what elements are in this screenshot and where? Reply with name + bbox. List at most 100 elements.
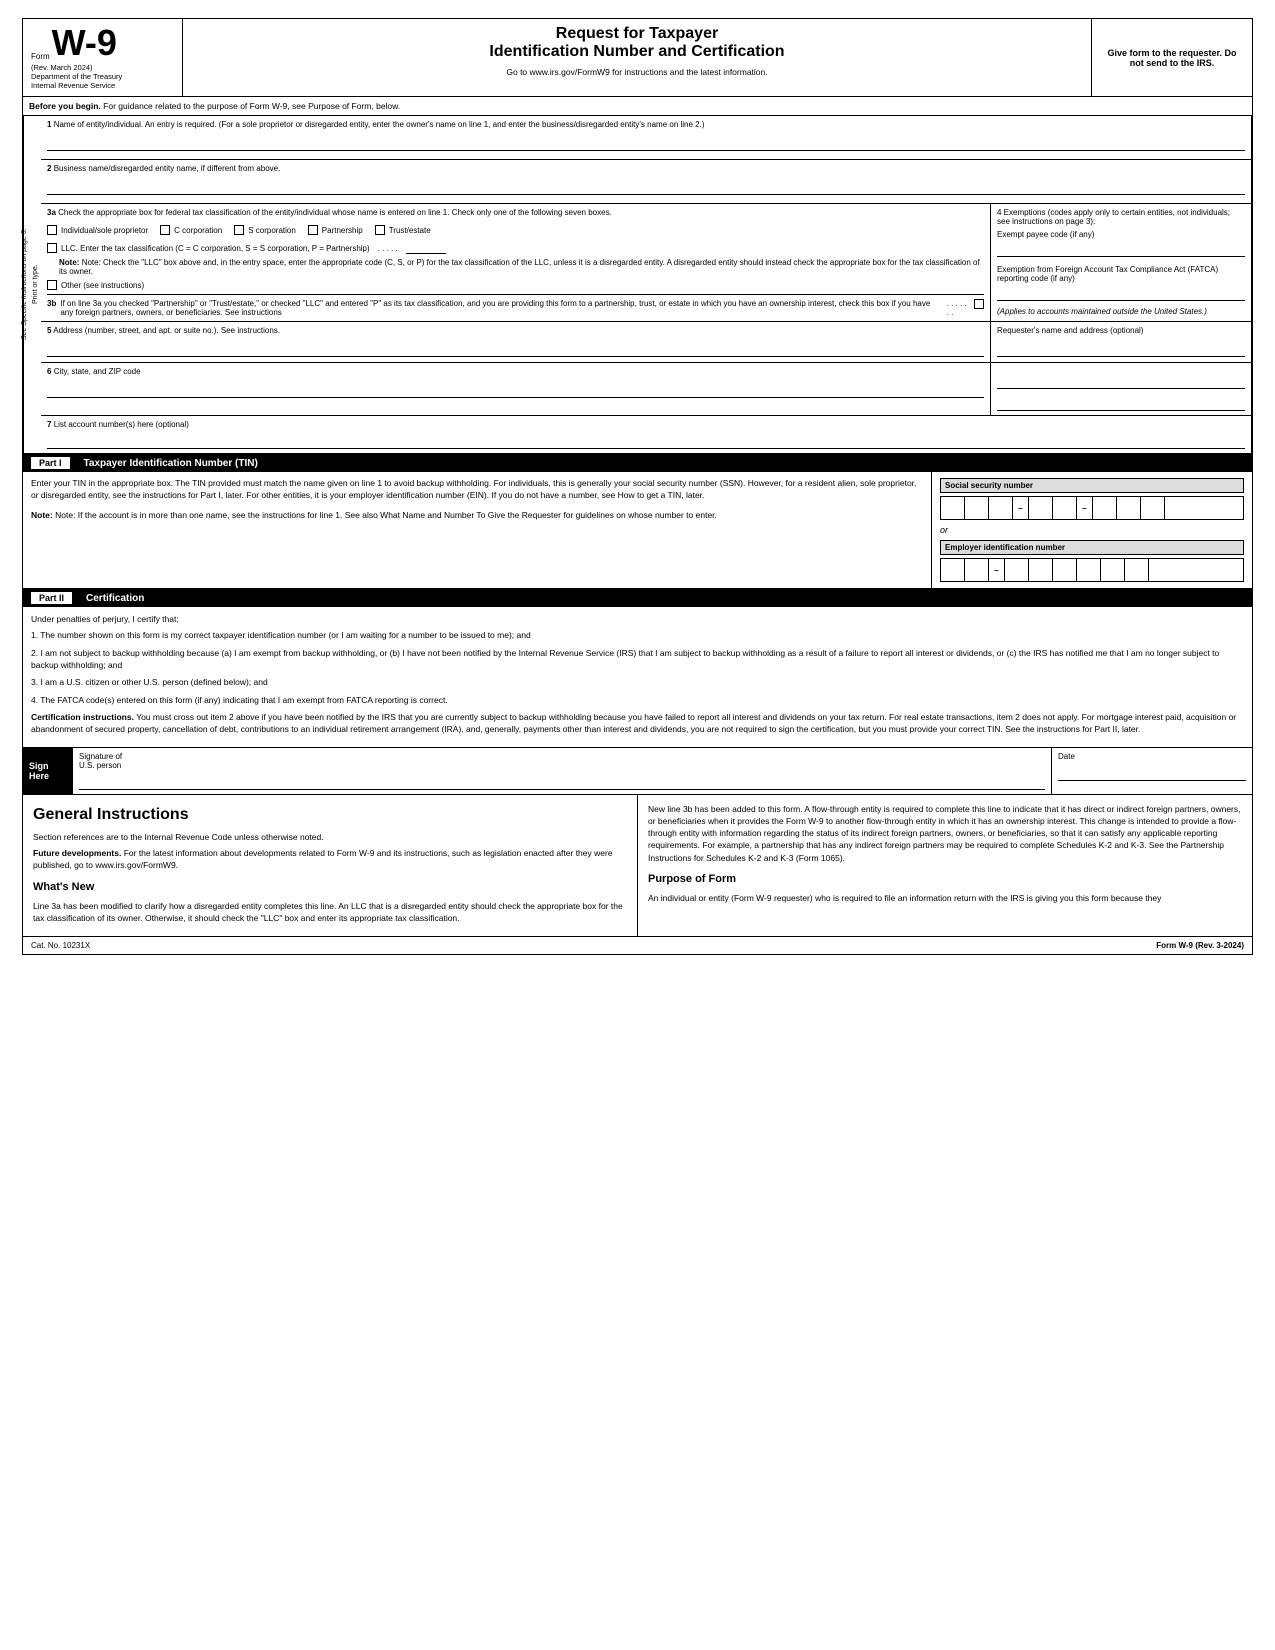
date-field[interactable]: Date <box>1052 748 1252 794</box>
ssn-cell-8[interactable] <box>1141 497 1165 519</box>
ein-cell-2[interactable] <box>965 559 989 581</box>
cb-individual[interactable]: Individual/sole proprietor <box>47 225 148 235</box>
cb-partnership-label: Partnership <box>322 226 363 235</box>
ssn-cell-7[interactable] <box>1117 497 1141 519</box>
ssn-cell-9[interactable] <box>1165 497 1189 519</box>
cert-item-3: 3. I am a U.S. citizen or other U.S. per… <box>31 676 1244 688</box>
ssn-cell-3[interactable] <box>989 497 1013 519</box>
ein-cell-6[interactable] <box>1077 559 1101 581</box>
requester-addr-input2[interactable] <box>997 393 1245 411</box>
before-begin-section: Before you begin. For guidance related t… <box>22 97 1253 116</box>
field-7-label: 7 List account number(s) here (optional) <box>47 420 1245 429</box>
requester-addr-input[interactable] <box>997 371 1245 389</box>
cb-llc-row[interactable]: LLC. Enter the tax classification (C = C… <box>47 242 984 254</box>
irs-label: Internal Revenue Service <box>31 81 174 90</box>
field-2-num: 2 <box>47 164 51 173</box>
cb-s-corp-box[interactable] <box>234 225 244 235</box>
llc-dots: . . . . . <box>378 244 398 253</box>
sidebar: See Specific Instructions on page 3. Pri… <box>23 116 41 453</box>
cb-llc-box[interactable] <box>47 243 57 253</box>
fatca-label: Exemption from Foreign Account Tax Compl… <box>997 265 1245 283</box>
cb-other-box[interactable] <box>47 280 57 290</box>
llc-input[interactable] <box>406 242 446 254</box>
requester-input[interactable] <box>997 339 1245 357</box>
form-ref: Form W-9 (Rev. 3-2024) <box>1156 941 1244 950</box>
whats-new-title: What's New <box>33 880 627 896</box>
general-right: New line 3b has been added to this form.… <box>638 795 1252 937</box>
ssn-dash-2: – <box>1077 497 1093 519</box>
ssn-header: Social security number <box>940 478 1244 493</box>
part-1-left: Enter your TIN in the appropriate box. T… <box>23 472 932 588</box>
part-2-body: Under penalties of perjury, I certify th… <box>23 607 1252 747</box>
title-main: Request for Taxpayer <box>193 25 1081 43</box>
cb-s-corp-label: S corporation <box>248 226 296 235</box>
ein-cell-4[interactable] <box>1029 559 1053 581</box>
cb-3b-box[interactable] <box>974 299 984 309</box>
date-line[interactable] <box>1058 761 1246 781</box>
field-6-text: City, state, and ZIP code <box>54 367 141 376</box>
form-header-center: Request for Taxpayer Identification Numb… <box>183 19 1092 96</box>
general-left: General Instructions Section references … <box>23 795 638 937</box>
field-3a-text: Check the appropriate box for federal ta… <box>58 208 612 217</box>
fatca-input[interactable] <box>997 287 1245 301</box>
signature-of-label: Signature of <box>79 752 1045 761</box>
future-dev-label: Future developments. <box>33 848 121 858</box>
field-7-input[interactable] <box>47 433 1245 449</box>
ein-section: Employer identification number – <box>940 540 1244 582</box>
signature-line[interactable] <box>79 770 1045 790</box>
ssn-cell-1[interactable] <box>941 497 965 519</box>
ein-cell-7[interactable] <box>1101 559 1125 581</box>
or-label: or <box>940 525 1244 535</box>
signature-field[interactable]: Signature of U.S. person <box>73 748 1052 794</box>
cb-llc-label: LLC. Enter the tax classification (C = C… <box>61 244 370 253</box>
cb-c-corp[interactable]: C corporation <box>160 225 222 235</box>
ssn-section: Social security number – – <box>940 478 1244 520</box>
part-1-title: Taxpayer Identification Number (TIN) <box>84 458 258 469</box>
cb-partnership[interactable]: Partnership <box>308 225 363 235</box>
field-3a-num: 3a <box>47 208 56 217</box>
field-3b-row: 3b If on line 3a you checked "Partnershi… <box>47 294 984 317</box>
ssn-cell-4[interactable] <box>1029 497 1053 519</box>
field-1-label: 1 Name of entity/individual. An entry is… <box>47 120 1245 129</box>
ein-cell-8[interactable] <box>1125 559 1149 581</box>
cb-individual-box[interactable] <box>47 225 57 235</box>
applies-text: (Applies to accounts maintained outside … <box>997 307 1245 316</box>
ssn-input-grid[interactable]: – – <box>940 496 1244 520</box>
field-1-input-line[interactable] <box>47 135 1245 151</box>
field-2-row: 2 Business name/disregarded entity name,… <box>41 160 1251 204</box>
requester-section: Requester's name and address (optional) <box>991 322 1251 362</box>
ein-cell-5[interactable] <box>1053 559 1077 581</box>
sign-label-1: Sign <box>29 761 67 771</box>
cb-c-corp-box[interactable] <box>160 225 170 235</box>
ein-input-grid[interactable]: – <box>940 558 1244 582</box>
field-2-input-line[interactable] <box>47 179 1245 195</box>
ssn-cell-5[interactable] <box>1053 497 1077 519</box>
sidebar-text-see: See Specific Instructions on page 3. <box>21 120 28 449</box>
part-1-content: Enter your TIN in the appropriate box. T… <box>23 472 1252 588</box>
field-7-num: 7 <box>47 420 51 429</box>
cb-partnership-box[interactable] <box>308 225 318 235</box>
cb-trust[interactable]: Trust/estate <box>375 225 431 235</box>
us-person-label: U.S. person <box>79 761 1045 770</box>
field-5-text: Address (number, street, and apt. or sui… <box>53 326 280 335</box>
row-5: 5 Address (number, street, and apt. or s… <box>41 322 1251 363</box>
exempt-payee-input[interactable] <box>997 243 1245 257</box>
ein-cell-9[interactable] <box>1149 559 1173 581</box>
cb-other[interactable]: Other (see instructions) <box>47 280 984 290</box>
sidebar-text-print: Print or type. <box>32 120 39 449</box>
part-2-header: Part II Certification <box>23 589 1252 607</box>
ssn-cell-2[interactable] <box>965 497 989 519</box>
field-6-input[interactable] <box>47 380 984 398</box>
field-7-row: 7 List account number(s) here (optional) <box>41 416 1251 453</box>
field-5-input[interactable] <box>47 339 984 357</box>
date-label: Date <box>1058 752 1246 761</box>
ssn-cell-6[interactable] <box>1093 497 1117 519</box>
cb-trust-box[interactable] <box>375 225 385 235</box>
exempt-payee-label: Exempt payee code (if any) <box>997 230 1245 239</box>
general-para-1: Section references are to the Internal R… <box>33 831 627 843</box>
ein-cell-3[interactable] <box>1005 559 1029 581</box>
cb-s-corp[interactable]: S corporation <box>234 225 296 235</box>
part-1-note-label: Note: <box>31 510 53 520</box>
ein-cell-1[interactable] <box>941 559 965 581</box>
part-2-section: Part II Certification Under penalties of… <box>22 589 1253 795</box>
